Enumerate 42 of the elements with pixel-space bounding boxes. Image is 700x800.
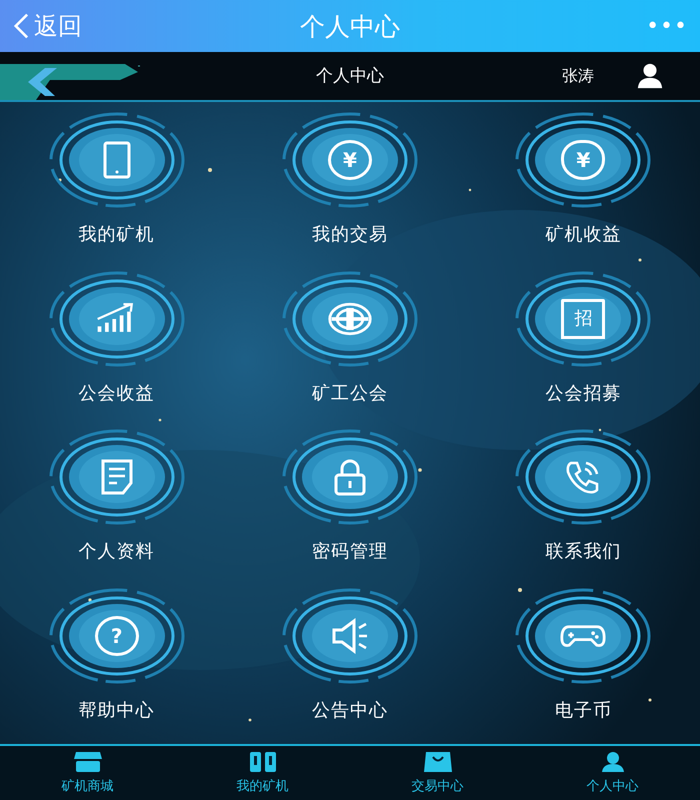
menu-icon-button[interactable]: ¥ xyxy=(280,110,420,210)
menu-icon-button[interactable]: ¥ xyxy=(513,110,654,210)
menu-label: 我的矿机 xyxy=(78,223,155,246)
menu-label: 个人资料 xyxy=(78,540,155,563)
columns-icon xyxy=(248,751,278,773)
menu-label: 公告中心 xyxy=(312,698,388,722)
menu-icon-button[interactable] xyxy=(46,268,187,368)
back-button[interactable]: 返回 xyxy=(12,10,82,42)
tab-item[interactable]: 个人中心 xyxy=(525,746,700,800)
section-title: 个人中心 xyxy=(316,65,384,87)
more-button[interactable]: ••• xyxy=(646,14,688,38)
exchange-icon: ¥ xyxy=(328,140,372,180)
menu-label: 我的交易 xyxy=(312,223,388,246)
menu-icon-button[interactable] xyxy=(46,110,187,210)
menu-label: 矿机收益 xyxy=(545,223,622,246)
money-bag-icon: ¥ xyxy=(561,140,606,180)
menu-label: 联系我们 xyxy=(545,540,622,563)
menu-icon-button[interactable] xyxy=(280,427,420,527)
menu-icon-button[interactable] xyxy=(280,268,420,368)
menu-label: 电子币 xyxy=(554,698,612,722)
menu-icon-button[interactable]: 招 xyxy=(513,268,654,368)
menu-icon-button[interactable] xyxy=(46,427,187,527)
tab-item[interactable]: 我的矿机 xyxy=(175,746,350,800)
page-title: 个人中心 xyxy=(300,10,400,42)
back-icon xyxy=(12,12,30,40)
user-icon[interactable] xyxy=(636,62,664,90)
menu-label: 公会收益 xyxy=(78,382,155,404)
menu-label: 密码管理 xyxy=(312,540,388,563)
shop-icon xyxy=(72,751,102,773)
user-name: 张涛 xyxy=(562,66,594,86)
tab-item[interactable]: 矿机商城 xyxy=(0,746,175,800)
menu-label: 公会招募 xyxy=(545,382,622,404)
menu-label: 矿工公会 xyxy=(312,382,388,404)
banner-icon: 招 xyxy=(561,298,606,338)
help-icon: ? xyxy=(94,616,139,656)
menu-label: 帮助中心 xyxy=(78,698,155,722)
tab-item[interactable]: 交易中心 xyxy=(350,746,525,800)
menu-icon-button[interactable] xyxy=(280,586,420,686)
menu-icon-button[interactable] xyxy=(513,427,654,527)
menu-icon-button[interactable]: ? xyxy=(46,586,187,686)
menu-icon-button[interactable] xyxy=(513,586,654,686)
bag-icon xyxy=(422,751,452,773)
